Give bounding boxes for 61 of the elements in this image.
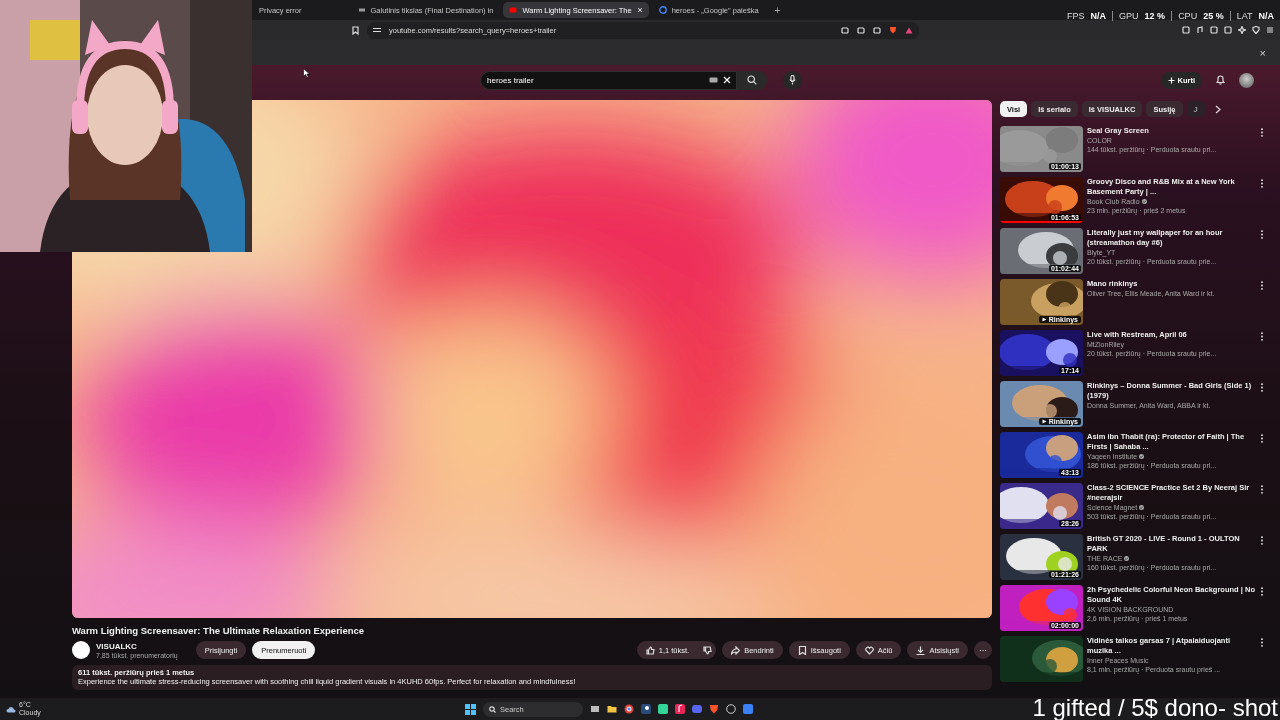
chevron-right-icon[interactable]	[1214, 104, 1221, 114]
more-options-icon[interactable]	[1260, 332, 1264, 341]
chat-icon[interactable]	[692, 704, 702, 714]
microphone-button[interactable]	[783, 70, 802, 90]
tab-favicon-icon	[658, 6, 667, 14]
more-options-icon[interactable]	[1260, 230, 1264, 239]
channel-avatar[interactable]	[72, 641, 90, 659]
triangle-icon[interactable]	[905, 26, 913, 34]
plus-icon	[1167, 76, 1175, 84]
start-icon[interactable]	[465, 703, 476, 715]
shield-icon[interactable]	[1252, 26, 1260, 34]
stat-value: 12 %	[1144, 11, 1166, 21]
thumbs-down-icon	[702, 645, 712, 655]
stat-label: GPU	[1119, 11, 1139, 21]
stat-value: N/A	[1258, 11, 1274, 21]
more-options-icon[interactable]	[1260, 485, 1264, 494]
avatar[interactable]	[1239, 72, 1254, 88]
bell-icon[interactable]	[1216, 75, 1225, 85]
folder-icon[interactable]	[607, 704, 617, 714]
bookmark-icon[interactable]	[352, 25, 359, 35]
more-options-icon[interactable]	[1260, 434, 1264, 443]
clear-icon[interactable]	[723, 75, 731, 84]
stat-value: N/A	[1090, 11, 1107, 21]
more-options-icon[interactable]	[1260, 587, 1264, 596]
more-options-icon[interactable]	[1260, 179, 1264, 188]
close-button[interactable]: ×	[1253, 45, 1272, 60]
new-tab-button[interactable]: +	[768, 4, 787, 16]
search-button[interactable]	[737, 70, 767, 90]
microphone-icon	[789, 75, 796, 85]
play-icon	[1041, 317, 1047, 322]
app-icon[interactable]	[658, 704, 668, 714]
search-field[interactable]: heroes trailer	[480, 70, 737, 90]
more-options-icon[interactable]	[1260, 281, 1264, 290]
search-icon	[747, 75, 757, 85]
aperture-icon[interactable]	[726, 704, 736, 714]
search-icon	[489, 705, 496, 713]
site-settings-icon[interactable]	[373, 27, 381, 33]
stat-label: LAT	[1236, 11, 1253, 21]
stat-label: CPU	[1178, 11, 1198, 21]
tab-favicon-icon	[509, 6, 518, 14]
task-view-icon[interactable]	[590, 704, 600, 714]
video-title: Warm Lighting Screensaver: The Ultimate Relaxation Experience	[72, 625, 366, 636]
more-options-icon[interactable]	[1260, 638, 1264, 647]
more-options-icon[interactable]	[1260, 383, 1264, 392]
keyboard-icon[interactable]	[709, 76, 718, 83]
channel-name[interactable]: VISUALKC	[96, 641, 178, 651]
close-icon[interactable]	[636, 7, 643, 13]
stat-label: FPS	[1067, 11, 1085, 21]
more-options-icon[interactable]	[1260, 128, 1264, 137]
sparkle-icon[interactable]	[1238, 26, 1246, 34]
play-icon	[1041, 419, 1047, 424]
thumbs-up-icon	[645, 645, 655, 655]
cursor-icon	[303, 68, 310, 78]
download-icon	[916, 645, 926, 655]
cloud-icon	[6, 705, 16, 713]
stat-value: 25 %	[1203, 11, 1224, 21]
tab-favicon-icon	[357, 6, 366, 14]
app-icon[interactable]	[743, 704, 753, 714]
share-arrow-icon	[731, 645, 741, 655]
more-options-icon[interactable]	[1260, 536, 1264, 545]
bookmark-icon	[797, 645, 807, 655]
